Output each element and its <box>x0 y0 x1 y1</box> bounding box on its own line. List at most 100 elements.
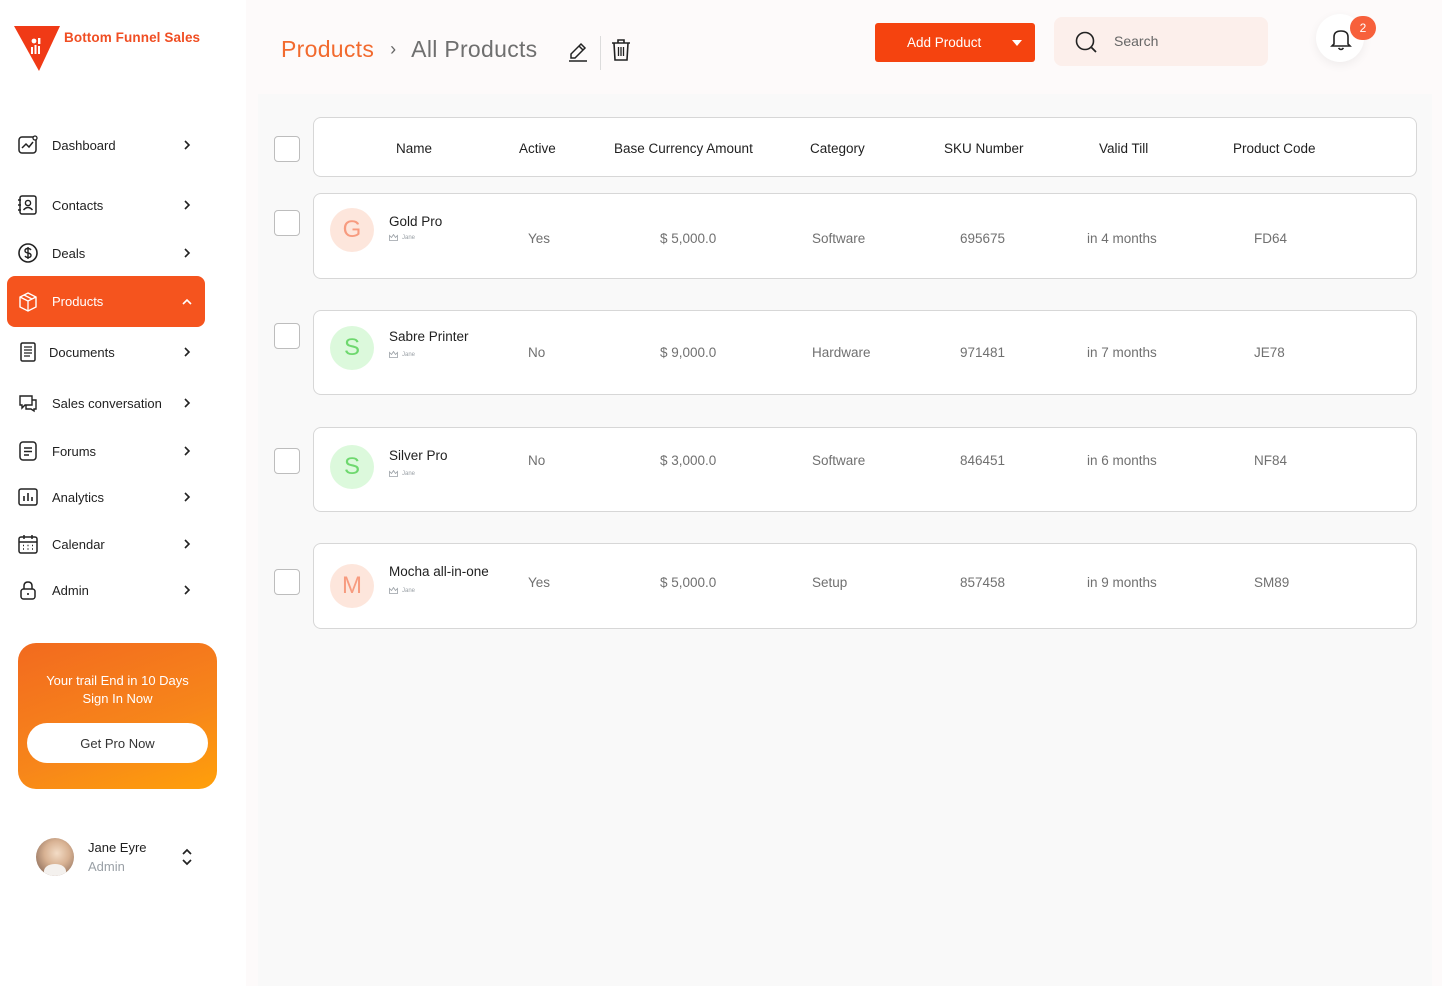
promo-line-1: Your trail End in 10 Days <box>46 673 189 688</box>
expand-toggle-icon[interactable] <box>180 847 194 867</box>
product-avatar: S <box>330 326 374 370</box>
table-row[interactable]: S Silver Pro Jane No $ 3,000.0 Software … <box>313 427 1417 512</box>
category-cell: Software <box>812 231 866 246</box>
product-code-cell: SM89 <box>1254 575 1290 590</box>
amount-cell: $ 3,000.0 <box>660 453 717 468</box>
sidebar-item-sales-conversation[interactable]: Sales conversation <box>7 380 205 426</box>
document-icon <box>20 342 36 362</box>
column-header-amount[interactable]: Base Currency Amount <box>614 141 753 156</box>
trash-icon[interactable] <box>609 37 633 63</box>
product-avatar: S <box>330 445 374 489</box>
search-input[interactable]: Search <box>1054 17 1268 66</box>
chevron-right-icon <box>184 398 191 408</box>
amount-cell: $ 5,000.0 <box>660 231 717 246</box>
product-owner: Jane <box>389 587 415 594</box>
column-header-sku[interactable]: SKU Number <box>944 141 1024 156</box>
box-icon <box>19 291 37 312</box>
add-product-button[interactable]: Add Product <box>875 23 1035 62</box>
brand-logo[interactable]: Bottom Funnel Sales <box>14 24 200 72</box>
product-code-cell: FD64 <box>1254 231 1288 246</box>
brand-name: Bottom Funnel Sales <box>64 30 201 45</box>
valid-till-cell: in 9 months <box>1087 575 1157 590</box>
breadcrumb: Products › All Products <box>281 36 538 63</box>
sidebar-item-contacts[interactable]: Contacts <box>7 182 205 228</box>
chevron-right-icon <box>184 140 191 150</box>
row-checkbox[interactable] <box>274 448 300 474</box>
sidebar-item-label: Dashboard <box>52 137 116 153</box>
calendar-icon <box>18 535 38 554</box>
select-all-checkbox[interactable] <box>274 136 300 162</box>
sidebar-item-products[interactable]: Products <box>7 276 205 327</box>
promo-text: Your trail End in 10 Days Sign In Now <box>18 672 217 708</box>
sidebar-item-label: Deals <box>52 245 86 261</box>
table-row[interactable]: M Mocha all-in-one Jane Yes $ 5,000.0 Se… <box>313 543 1417 629</box>
caret-down-icon[interactable] <box>1011 39 1023 47</box>
amount-cell: $ 9,000.0 <box>660 345 717 360</box>
owner-name: Jane <box>402 587 416 594</box>
sidebar-item-documents[interactable]: Documents <box>7 329 205 375</box>
forum-icon <box>19 441 37 461</box>
product-name[interactable]: Gold Pro <box>389 214 442 229</box>
chevron-right-icon <box>184 539 191 549</box>
category-cell: Software <box>812 453 866 468</box>
owner-name: Jane <box>402 351 416 358</box>
sidebar-item-label: Products <box>52 294 104 309</box>
row-checkbox[interactable] <box>274 569 300 595</box>
chevron-right-icon <box>184 200 191 210</box>
get-pro-button[interactable]: Get Pro Now <box>27 723 208 763</box>
add-product-label: Add Product <box>907 35 982 50</box>
avatar <box>36 838 74 876</box>
table-header: Name Active Base Currency Amount Categor… <box>313 117 1417 177</box>
dollar-icon <box>18 243 38 263</box>
user-profile[interactable]: Jane Eyre Admin <box>36 836 206 878</box>
column-header-valid-till[interactable]: Valid Till <box>1099 141 1148 156</box>
row-checkbox[interactable] <box>274 323 300 349</box>
product-name[interactable]: Mocha all-in-one <box>389 564 489 579</box>
product-avatar: G <box>330 208 374 252</box>
sidebar-item-calendar[interactable]: Calendar <box>7 521 205 567</box>
promo-line-2[interactable]: Sign In Now <box>18 690 217 708</box>
amount-cell: $ 5,000.0 <box>660 575 717 590</box>
sku-cell: 846451 <box>960 453 1006 468</box>
product-name[interactable]: Silver Pro <box>389 448 448 463</box>
sidebar-item-dashboard[interactable]: Dashboard <box>7 122 205 168</box>
chevron-right-icon <box>184 585 191 595</box>
edit-icon[interactable] <box>566 37 590 63</box>
active-cell: No <box>528 453 546 468</box>
sidebar-item-analytics[interactable]: Analytics <box>7 474 205 520</box>
crown-icon <box>389 470 398 477</box>
column-header-name[interactable]: Name <box>396 141 432 156</box>
trial-promo-card: Your trail End in 10 Days Sign In Now Ge… <box>18 643 217 789</box>
chevron-right-icon <box>184 248 191 258</box>
column-header-category[interactable]: Category <box>810 141 865 156</box>
contacts-icon <box>18 195 37 215</box>
sidebar-item-admin[interactable]: Admin <box>7 567 205 613</box>
sku-cell: 857458 <box>960 575 1006 590</box>
sidebar-item-forums[interactable]: Forums <box>7 428 205 474</box>
product-owner: Jane <box>389 470 415 477</box>
sidebar-item-label: Sales conversation <box>52 395 162 411</box>
table-row[interactable]: S Sabre Printer Jane No $ 9,000.0 Hardwa… <box>313 310 1417 395</box>
product-name[interactable]: Sabre Printer <box>389 329 469 344</box>
table-row[interactable]: G Gold Pro Jane Yes $ 5,000.0 Software 6… <box>313 193 1417 279</box>
row-checkbox[interactable] <box>274 210 300 236</box>
breadcrumb-products[interactable]: Products <box>281 36 374 63</box>
sidebar-item-deals[interactable]: Deals <box>7 230 205 276</box>
product-code-cell: NF84 <box>1254 453 1288 468</box>
chevron-right-icon <box>184 492 191 502</box>
analytics-icon <box>18 488 38 506</box>
dashboard-icon <box>18 135 38 154</box>
valid-till-cell: in 4 months <box>1087 231 1157 246</box>
user-role: Admin <box>88 859 125 874</box>
user-name: Jane Eyre <box>88 840 147 855</box>
lock-icon <box>20 581 36 600</box>
column-header-product-code[interactable]: Product Code <box>1233 141 1316 156</box>
owner-name: Jane <box>402 234 416 241</box>
column-header-active[interactable]: Active <box>519 141 556 156</box>
active-cell: Yes <box>528 575 551 590</box>
sidebar-item-label: Admin <box>52 582 89 598</box>
search-icon <box>1075 31 1097 53</box>
product-owner: Jane <box>389 234 415 241</box>
chevron-right-icon <box>184 446 191 456</box>
owner-name: Jane <box>402 470 416 477</box>
